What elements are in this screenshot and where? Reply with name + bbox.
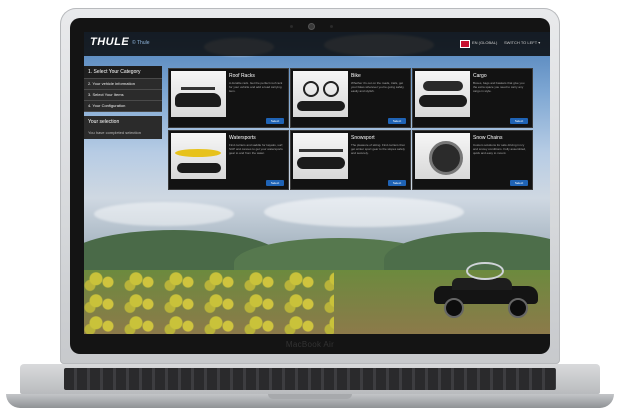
selection-text: You have completed selection [88,130,141,135]
device-model-label: MacBook Air [285,340,335,349]
select-button[interactable]: Select [388,118,406,124]
select-button[interactable]: Select [510,118,528,124]
keyboard [64,368,556,390]
card-title: Roof Racks [229,73,255,79]
card-title: Snow Chains [473,135,503,141]
step-4-configuration[interactable]: 4. Your Configuration [84,101,162,112]
step-2-vehicle[interactable]: 2. Your vehicle information [84,79,162,90]
roof-rack-image [171,71,226,117]
lid-notch [268,394,352,399]
card-description: A durable rack. Get the perfect roof rac… [229,81,283,93]
card-title: Cargo [473,73,487,79]
brand-header: THULE © Thule EN (GLOBAL) SWITCH TO LEFT… [84,32,550,56]
step-3-items[interactable]: 3. Select Your Items [84,90,162,101]
select-button[interactable]: Select [266,180,284,186]
card-description: Whether it’s out on the roads, trails, g… [351,81,405,93]
category-card-bike[interactable]: Bike Whether it’s out on the roads, trai… [290,68,411,128]
car-image [430,262,542,318]
category-card-roof-racks[interactable]: Roof Racks A durable rack. Get the perfe… [168,68,289,128]
webcam-icon [309,24,314,29]
laptop: THULE © Thule EN (GLOBAL) SWITCH TO LEFT… [0,0,620,412]
select-button[interactable]: Select [510,180,528,186]
card-description: Find carriers and saddle for kayaks, sur… [229,143,284,155]
uk-flag-icon[interactable] [460,40,470,48]
switch-link[interactable]: SWITCH TO LEFT ▾ [504,40,540,45]
select-button[interactable]: Select [266,118,284,124]
selection-title: Your selection [88,119,120,125]
step-1-category[interactable]: 1. Select Your Category [84,66,162,79]
card-title: Watersports [229,135,256,141]
snow-chain-image [415,133,470,179]
your-selection-panel: Your selection You have completed select… [84,116,162,139]
card-description: The pleasure of skiing. Find carriers th… [351,143,405,155]
category-card-snow-chains[interactable]: Snow Chains Custom solutions for safe dr… [412,130,533,190]
card-title: Snowsport [351,135,375,141]
cargo-box-image [415,71,470,117]
select-button[interactable]: Select [388,180,406,186]
logo-subtext: © Thule [132,40,150,46]
screen: THULE © Thule EN (GLOBAL) SWITCH TO LEFT… [84,32,550,334]
region-selector[interactable]: EN (GLOBAL) [472,40,497,45]
ski-carrier-image [293,133,348,179]
sensor-icon [330,25,333,28]
card-title: Bike [351,73,361,79]
card-description: Boxes, bags and baskets that give you th… [473,81,525,93]
thule-logo: THULE [90,36,130,48]
card-description: Custom solutions for safe driving in icy… [473,143,526,155]
sidebar: 1. Select Your Category 2. Your vehicle … [84,66,162,139]
bike-image [293,71,348,117]
category-card-cargo[interactable]: Cargo Boxes, bags and baskets that give … [412,68,533,128]
category-card-watersports[interactable]: Watersports Find carriers and saddle for… [168,130,289,190]
sensor-icon [290,25,293,28]
category-card-snowsport[interactable]: Snowsport The pleasure of skiing. Find c… [290,130,411,190]
kayak-image [171,133,226,179]
